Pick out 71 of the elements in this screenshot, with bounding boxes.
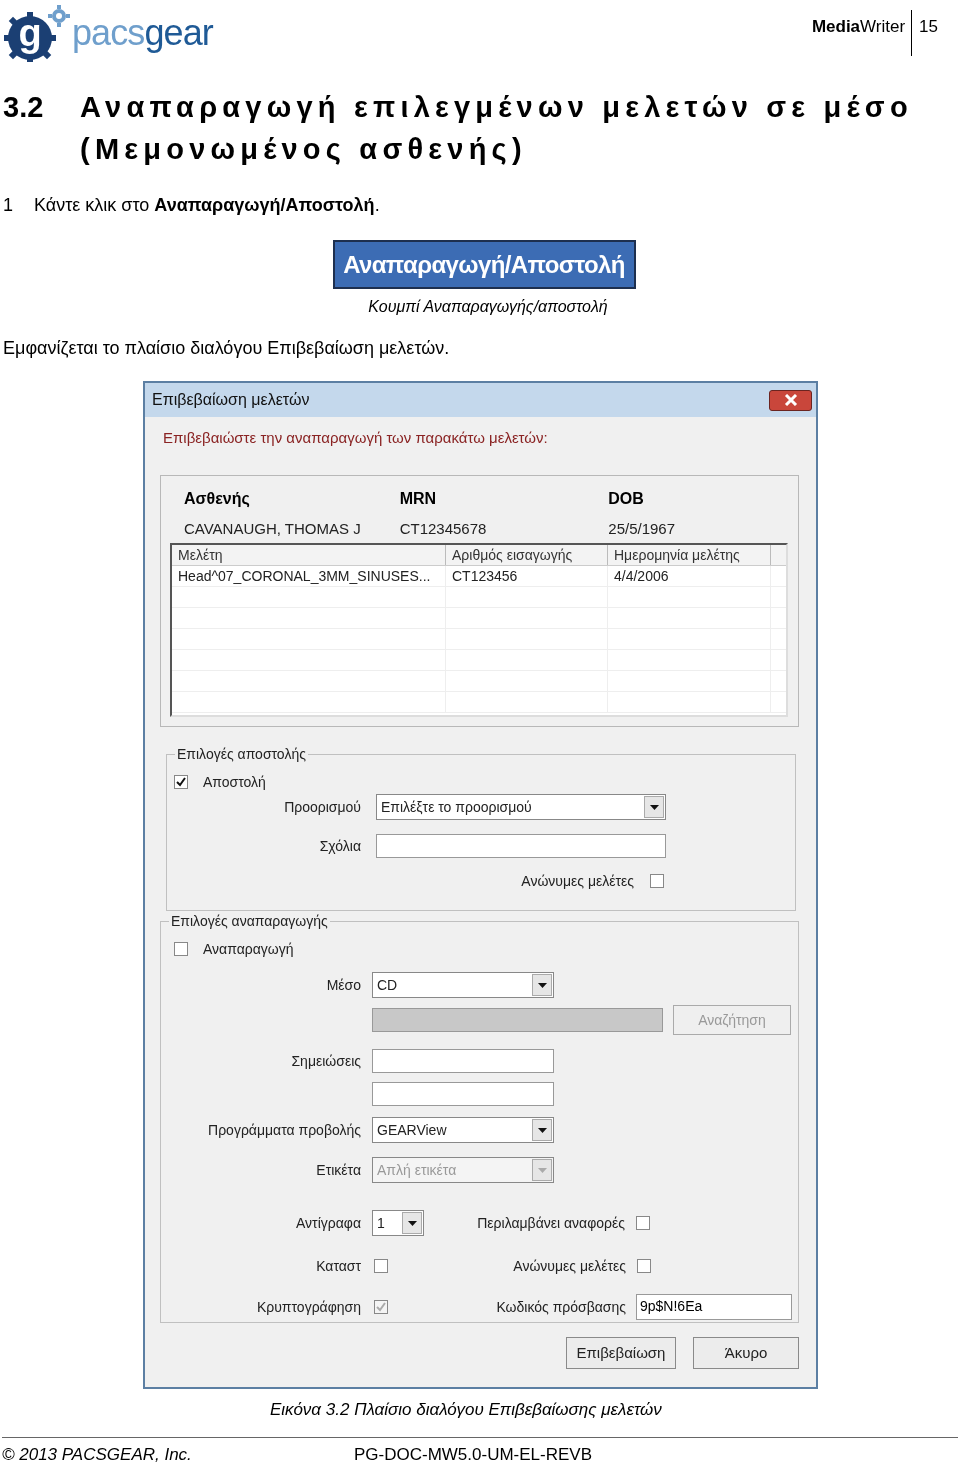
dropdown-arrow-icon [537, 1167, 547, 1173]
logo-wordmark: pacsgear [72, 15, 213, 51]
field-label: Ετικέτα [315, 1160, 361, 1180]
field-label: Καταστ [315, 1256, 361, 1276]
checkbox[interactable] [636, 1216, 650, 1230]
prompt-text: Επιβεβαιώστε την αναπαραγωγή των παρακάτω μελετών: [162, 428, 549, 448]
group-title: Επιλογές αποστολής [176, 745, 307, 764]
field-label: Σχόλια [318, 836, 361, 856]
logo-letter: g [17, 14, 43, 52]
dropdown[interactable]: CD [372, 972, 554, 998]
patient-value: CAVANAUGH, THOMAS J [183, 518, 362, 539]
checkbox[interactable] [174, 942, 188, 956]
column-header[interactable]: Μελέτη [172, 545, 446, 565]
field-label: Κωδικός πρόσβασης [495, 1297, 626, 1317]
table-cell: 4/4/2006 [608, 566, 771, 586]
page-number: 15 [911, 10, 938, 56]
text-field[interactable] [376, 834, 666, 858]
field-label: Περιλαμβάνει αναφορές [476, 1213, 625, 1233]
dropdown-arrow-icon [537, 982, 547, 988]
dialog-button[interactable]: Επιβεβαίωση [566, 1337, 676, 1369]
dropdown-arrow-icon [537, 1127, 547, 1133]
dialog-title: Επιβεβαίωση μελετών [152, 390, 310, 410]
checkbox[interactable] [374, 1259, 388, 1273]
figure-caption: Εικόνα 3.2 Πλαίσιο διαλόγου Επιβεβαίωσης μελετών [270, 1399, 663, 1421]
patient-value: CT12345678 [399, 518, 488, 539]
column-header[interactable]: Ημερομηνία μελέτης [608, 545, 771, 565]
column-header[interactable]: Αριθμός εισαγωγής [446, 545, 608, 565]
close-icon [783, 394, 798, 406]
table-cell: CT123456 [446, 566, 608, 586]
field-label: Σημειώσεις [290, 1051, 361, 1071]
product-name: MediaWriter [811, 16, 907, 38]
step-text: Κάντε κλικ στο Αναπαραγωγή/Αποστολή. [34, 193, 380, 217]
body-text: Εμφανίζεται το πλαίσιο διαλόγου Επιβεβαίωση μελετών. [2, 337, 451, 360]
patient-value: 25/5/1967 [608, 518, 677, 539]
field-label: Αποστολή [203, 772, 266, 792]
column-header: DOB [608, 489, 645, 509]
text-field[interactable] [372, 1008, 663, 1032]
field-label: Ανώνυμες μελέτες [512, 1256, 626, 1276]
figure-caption: Κουμπί Αναπαραγωγής/αποστολή [367, 297, 608, 317]
section-number: 3.2 [3, 90, 45, 125]
column-header: Ασθενής [183, 489, 251, 509]
button-image: Αναπαραγωγή/Αποστολή [332, 240, 636, 289]
small-gear-icon [48, 5, 70, 27]
table-cell: Head^07_CORONAL_3MM_SINUSES... [172, 566, 446, 586]
field-label: Κρυπτογράφηση [255, 1297, 361, 1317]
close-button[interactable] [769, 389, 812, 411]
section-title: Αναπαραγωγή επιλεγμένων μελετών σε μέσο (Μεμονωμένος ασθενής) [80, 90, 914, 167]
column-header: MRN [399, 489, 438, 509]
text-field[interactable] [372, 1082, 554, 1106]
field-label: Προορισμού [283, 797, 361, 817]
step-number: 1 [3, 193, 14, 217]
field-label: Μέσο [325, 975, 361, 995]
field-label: Αναπαραγωγή [203, 939, 294, 959]
group-title: Επιλογές αναπαραγωγής [170, 912, 329, 931]
checkbox[interactable] [650, 874, 664, 888]
field-label: Προγράμματα προβολής [207, 1120, 361, 1140]
document-id: PG-DOC-MW5.0-UM-EL-REVB [354, 1443, 592, 1466]
checkbox[interactable] [637, 1259, 651, 1273]
dropdown-arrow-icon [649, 804, 659, 810]
dialog-button[interactable]: Άκυρο [693, 1337, 799, 1369]
text-field[interactable] [372, 1049, 554, 1073]
copyright-text: © 2013 PACSGEAR, Inc. [2, 1443, 193, 1466]
dropdown[interactable]: Επιλέξτε το προορισμού [376, 794, 666, 820]
text-field[interactable]: 9p$N!6Ea [636, 1294, 792, 1320]
checkbox[interactable] [174, 775, 188, 789]
gear-icon [4, 12, 56, 62]
dropdown[interactable]: GEARView [372, 1117, 554, 1143]
dropdown[interactable]: 1 [372, 1210, 424, 1236]
dropdown-arrow-icon [407, 1220, 417, 1226]
field-label: Ανώνυμες μελέτες [520, 871, 634, 891]
field-label: Αντίγραφα [295, 1213, 361, 1233]
